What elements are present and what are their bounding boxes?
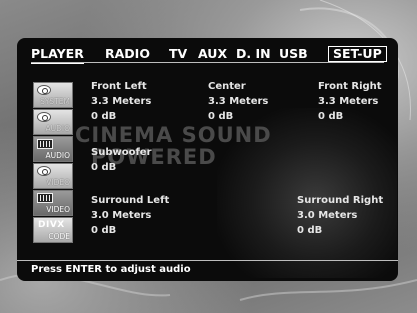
speaker-level: 0 dB [318, 111, 344, 122]
speaker-surround-left[interactable]: Surround Left 3.0 Meters 0 dB [91, 193, 169, 238]
speaker-level: 0 dB [91, 111, 117, 122]
disc-icon [37, 85, 51, 95]
menu-item-video-label: VIDEO [46, 178, 70, 187]
speaker-distance: 3.0 Meters [297, 210, 358, 221]
menu-item-code-label: CODE [48, 232, 70, 241]
speaker-distance: 3.3 Meters [91, 96, 152, 107]
speaker-level: 0 dB [208, 111, 234, 122]
tab-usb[interactable]: USB [279, 46, 308, 62]
speaker-front-left[interactable]: Front Left 3.3 Meters 0 dB [91, 79, 151, 124]
speaker-name: Front Left [91, 81, 147, 92]
menu-item-audio-settings[interactable]: AUDIO [33, 136, 73, 162]
menu-item-audio-settings-label: AUDIO [45, 151, 70, 160]
speaker-subwoofer[interactable]: Subwoofer 0 dB [91, 145, 152, 175]
setup-panel: CINEMA SOUND POWERED PLAYER RADIO TV AUX… [17, 38, 398, 281]
tab-aux[interactable]: AUX [198, 46, 227, 62]
menu-item-system-label: SYSTEM [40, 97, 70, 106]
speaker-level: 0 dB [91, 162, 117, 173]
audio-bars-icon [37, 139, 53, 149]
speaker-distance: 3.0 Meters [91, 210, 152, 221]
tab-tv[interactable]: TV [169, 46, 187, 62]
menu-item-video-settings[interactable]: VIDEO [33, 190, 73, 216]
status-bar: Press ENTER to adjust audio [17, 260, 398, 281]
speaker-level: 0 dB [297, 225, 323, 236]
speaker-level: 0 dB [91, 225, 117, 236]
speaker-front-right[interactable]: Front Right 3.3 Meters 0 dB [318, 79, 382, 124]
menu-item-video[interactable]: VIDEO [33, 163, 73, 189]
menu-item-audio-label: AUDIO [45, 124, 70, 133]
speaker-surround-right[interactable]: Surround Right 3.0 Meters 0 dB [297, 193, 383, 238]
menu-item-audio[interactable]: AUDIO [33, 109, 73, 135]
tab-digital-in[interactable]: D. IN [236, 46, 271, 62]
speaker-name: Surround Right [297, 195, 384, 206]
speaker-distance: 3.3 Meters [318, 96, 379, 107]
tab-radio[interactable]: RADIO [105, 46, 150, 62]
speaker-name: Front Right [318, 81, 382, 92]
divx-icon: DIVX [38, 220, 65, 230]
menu-item-system[interactable]: SYSTEM [33, 82, 73, 108]
speaker-center[interactable]: Center 3.3 Meters 0 dB [208, 79, 268, 124]
speaker-name: Surround Left [91, 195, 170, 206]
disc-icon [37, 166, 51, 176]
menu-item-divx-code[interactable]: DIVX CODE [33, 217, 73, 243]
tab-divider [31, 62, 384, 63]
video-bars-icon [37, 193, 53, 203]
speaker-distance: 3.3 Meters [208, 96, 269, 107]
tab-setup[interactable]: SET-UP [328, 46, 387, 62]
speaker-name: Center [208, 81, 246, 92]
disc-icon [37, 112, 51, 122]
menu-item-video-settings-label: VIDEO [46, 205, 70, 214]
speaker-name: Subwoofer [91, 147, 152, 158]
status-hint: Press ENTER to adjust audio [31, 264, 191, 275]
watermark-line-1: CINEMA SOUND [75, 123, 272, 147]
